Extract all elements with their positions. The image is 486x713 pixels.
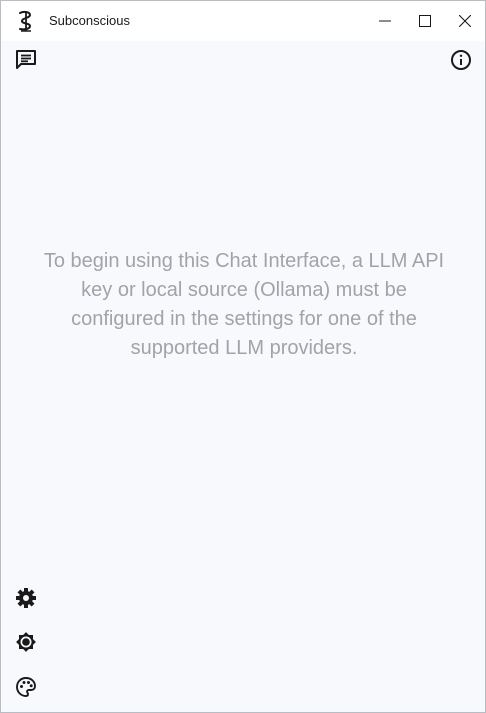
window-title: Subconscious [49, 13, 130, 28]
title-bar[interactable]: Subconscious [1, 1, 485, 41]
palette-button[interactable] [14, 676, 38, 703]
settings-gear-icon [15, 587, 37, 614]
maximize-icon [419, 15, 431, 27]
empty-state-message: To begin using this Chat Interface, a LL… [43, 250, 445, 359]
maximize-button[interactable] [405, 1, 445, 41]
palette-icon [15, 676, 37, 703]
minimize-icon [379, 15, 391, 27]
close-icon [459, 15, 471, 27]
chat-lines-icon [15, 49, 37, 76]
info-circle-icon [450, 49, 472, 76]
info-button[interactable] [449, 49, 473, 76]
minimize-button[interactable] [365, 1, 405, 41]
theme-toggle-button[interactable] [14, 630, 38, 659]
close-button[interactable] [445, 1, 485, 41]
app-logo-icon [16, 10, 36, 32]
settings-button[interactable] [14, 587, 38, 614]
chat-list-button[interactable] [14, 49, 38, 76]
app-window: Subconscious To begin using this Chat In… [0, 0, 486, 713]
brightness-icon [14, 630, 38, 659]
